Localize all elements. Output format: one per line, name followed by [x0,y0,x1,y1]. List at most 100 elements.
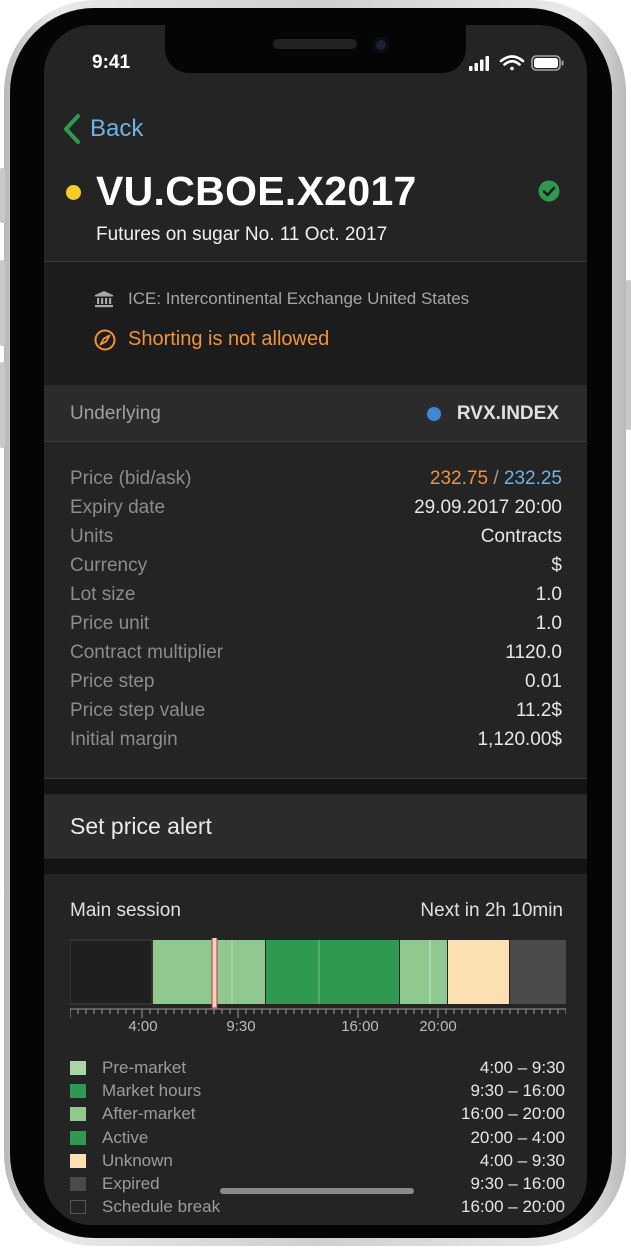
detail-label: Price step value [70,700,206,721]
details-section: Price (bid/ask) 232.75 / 232.25 Expiry d… [44,442,587,779]
back-button[interactable]: Back [62,113,143,145]
back-label: Back [90,115,144,142]
section-divider [44,779,587,794]
legend-item: After-market 16:00 – 20:00 [70,1104,565,1127]
detail-value: 11.2$ [515,700,562,721]
detail-value: 1.0 [535,584,562,605]
detail-row: Currency $ [70,555,562,584]
legend-name: Pre-market [102,1058,187,1077]
speaker [273,39,357,49]
detail-label: Contract multiplier [70,642,224,663]
bank-icon [95,291,113,308]
detail-row: Price step 0.01 [70,671,562,700]
detail-label: Initial margin [70,729,178,750]
ask-price: 232.25 [503,468,562,489]
detail-label: Price unit [70,613,150,634]
instrument-ticker: VU.CBOE.X2017 [96,168,417,214]
price-value: 232.75 / 232.25 [430,468,562,490]
legend-name: Market hours [102,1081,202,1101]
session-legend: Pre-market 4:00 – 9:30 Market hours 9:30… [70,1058,565,1220]
detail-label: Expiry date [70,497,166,518]
legend-swatch [70,1176,86,1191]
tick-label: 4:00 [128,1018,157,1035]
legend-swatch [70,1200,86,1215]
legend-range: 16:00 – 20:00 [461,1104,565,1124]
shorting-status: Shorting is not allowed [128,328,330,350]
legend-item: Active 20:00 – 4:00 [70,1128,565,1151]
timeline-segment [510,940,566,1004]
session-timeline: 4:00 9:30 16:00 20:00 [70,938,566,1035]
detail-value: 29.09.2017 20:00 [414,497,562,518]
legend-item: Market hours 9:30 – 16:00 [70,1081,565,1104]
session-label: Main session [70,900,181,921]
detail-value: 1.0 [535,613,562,634]
legend-name: Unknown [102,1150,173,1170]
legend-range: 4:00 – 9:30 [479,1058,565,1077]
detail-label: Price step [70,671,155,692]
status-dot [66,185,81,200]
exchange-row: ICE: Intercontinental Exchange United St… [94,289,469,309]
legend-swatch [70,1153,86,1168]
signal-icon [469,56,489,71]
camera [373,37,389,53]
legend-item: Pre-market 4:00 – 9:30 [70,1058,565,1081]
shorting-row: Shorting is not allowed [94,328,329,351]
set-price-alert-button[interactable]: Set price alert [44,795,587,858]
mute-switch [0,168,5,223]
exchange-section: ICE: Intercontinental Exchange United St… [44,261,587,386]
exchange-name: ICE: Intercontinental Exchange United St… [128,289,470,308]
tick-label: 9:30 [226,1018,255,1035]
notch [165,25,466,73]
session-next: Next in 2h 10min [420,900,563,921]
section-divider [44,859,587,874]
detail-row: Price unit 1.0 [70,613,562,642]
underlying-row[interactable]: Underlying RVX.INDEX [44,385,587,442]
wifi-icon [499,55,525,71]
current-time-marker [211,938,218,1009]
detail-row: Lot size 1.0 [70,584,562,613]
detail-row: Contract multiplier 1120.0 [70,642,562,671]
legend-range: 16:00 – 20:00 [461,1197,565,1217]
detail-row: Price step value 11.2$ [70,700,562,729]
legend-name: Schedule break [102,1197,221,1217]
detail-label: Currency [70,555,148,576]
underlying-ticker: RVX.INDEX [456,403,559,424]
tick-label: 20:00 [419,1018,457,1035]
chevron-left-icon [64,114,80,144]
timeline-segment [266,940,399,1004]
detail-row: Expiry date 29.09.2017 20:00 [70,497,562,526]
legend-range: 9:30 – 16:00 [470,1081,565,1101]
legend-name: Expired [102,1173,160,1193]
timeline-ticks [70,1009,566,1018]
instrument-description: Futures on sugar No. 11 Oct. 2017 [96,224,388,245]
underlying-value: RVX.INDEX [426,403,559,425]
detail-value: $ [551,555,562,576]
legend-item: Unknown 4:00 – 9:30 [70,1151,565,1174]
detail-value: 1,120.00$ [477,729,562,750]
check-circle-icon [538,180,560,202]
set-price-alert-label: Set price alert [70,813,212,839]
detail-label: Units [70,526,114,547]
detail-row: Units Contracts [70,526,562,555]
screen: 9:41 Back VU.CBOE.X2017 Futures on sugar… [44,25,587,1225]
session-section: Main session Next in 2h 10min 4:00 9:30 … [44,875,587,1225]
status-time: 9:41 [92,52,131,73]
power-button [626,280,631,430]
bid-price: 232.75 [429,468,489,489]
legend-name: After-market [102,1104,196,1124]
underlying-dot [426,407,441,421]
legend-item: Schedule break 16:00 – 20:00 [70,1197,565,1220]
legend-range: 9:30 – 16:00 [470,1173,565,1193]
underlying-label: Underlying [70,403,161,424]
legend-range: 4:00 – 9:30 [479,1150,565,1170]
timeline-segment [153,940,265,1004]
status-icons [469,55,564,71]
legend-swatch [70,1107,86,1122]
volume-up-button [0,260,5,346]
legend-name: Active [102,1127,149,1147]
timeline-segment [400,940,447,1004]
compass-icon [94,329,116,350]
legend-swatch [70,1130,86,1145]
home-indicator[interactable] [220,1188,414,1194]
legend-swatch [70,1084,86,1099]
